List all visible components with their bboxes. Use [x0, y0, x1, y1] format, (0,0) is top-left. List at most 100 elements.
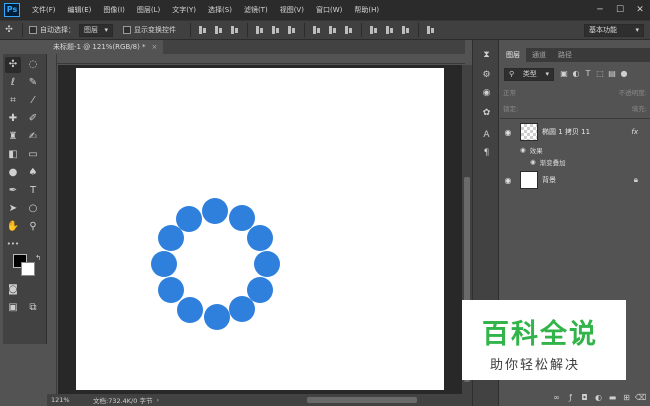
tab-layers[interactable]: 图层: [500, 48, 526, 62]
properties-icon[interactable]: ⚙: [479, 68, 494, 83]
swap-colors-icon[interactable]: ↰: [30, 250, 46, 266]
brush-tool-icon[interactable]: ✐: [25, 111, 41, 127]
tab-paths[interactable]: 路径: [552, 48, 578, 62]
brush-preset-icon[interactable]: ✿: [479, 106, 494, 121]
fx-icon[interactable]: fx: [631, 128, 638, 136]
distribute-hcenter-icon[interactable]: [384, 24, 396, 36]
auto-select-dropdown[interactable]: 图层 ▾: [79, 23, 113, 37]
align-hcenter-icon[interactable]: [270, 24, 282, 36]
layer-name[interactable]: 椭圆 1 拷贝 11: [542, 127, 590, 137]
menu-filter[interactable]: 滤镜(T): [238, 5, 274, 15]
marquee-tool-icon[interactable]: ◌: [25, 57, 41, 73]
auto-select-checkbox[interactable]: [29, 26, 37, 34]
filter-type-icon[interactable]: T: [583, 69, 593, 79]
document-canvas[interactable]: [76, 68, 444, 390]
align-top-icon[interactable]: [197, 24, 209, 36]
stamp-tool-icon[interactable]: ♜: [5, 129, 21, 145]
add-style-icon[interactable]: ƒ: [565, 392, 576, 403]
show-transform-checkbox[interactable]: [123, 26, 131, 34]
filter-pixel-icon[interactable]: ▣: [559, 69, 569, 79]
move-tool-icon[interactable]: ✣: [2, 23, 16, 37]
ellipse-tool-icon[interactable]: ○: [25, 201, 41, 217]
history-brush-tool-icon[interactable]: ✍: [25, 129, 41, 145]
menu-window[interactable]: 窗口(W): [310, 5, 348, 15]
zoom-tool-icon[interactable]: ⚲: [25, 219, 41, 235]
crop-tool-icon[interactable]: ⌗: [5, 93, 21, 109]
screen-mode-alt-icon[interactable]: ⧉: [25, 300, 41, 316]
type-tool-icon[interactable]: T: [25, 183, 41, 199]
blend-mode-dropdown[interactable]: 正常: [503, 87, 516, 97]
tab-channels[interactable]: 通道: [526, 48, 552, 62]
eye-icon[interactable]: ◉: [500, 128, 516, 137]
new-layer-icon[interactable]: ⊞: [621, 392, 632, 403]
healing-brush-tool-icon[interactable]: ✚: [5, 111, 21, 127]
quick-mask-icon[interactable]: ◙: [5, 282, 21, 298]
maximize-button[interactable]: ☐: [610, 0, 630, 20]
hand-tool-icon[interactable]: ✋: [5, 219, 21, 235]
quick-select-tool-icon[interactable]: ✎: [25, 75, 41, 91]
menu-layer[interactable]: 图层(L): [131, 5, 166, 15]
menu-image[interactable]: 图像(I): [97, 5, 131, 15]
delete-layer-icon[interactable]: ⌫: [635, 392, 646, 403]
character-icon[interactable]: A: [479, 128, 494, 143]
eye-icon[interactable]: ◉: [520, 146, 526, 154]
screen-mode-icon[interactable]: ▣: [5, 300, 21, 316]
new-adjustment-icon[interactable]: ◐: [593, 392, 604, 403]
history-icon[interactable]: ⧗: [479, 48, 494, 63]
filter-smart-icon[interactable]: ▤: [607, 69, 617, 79]
lasso-tool-icon[interactable]: ℓ: [5, 75, 21, 91]
document-info[interactable]: 文档:732.4K/0 字节: [93, 395, 152, 405]
workspace-dropdown[interactable]: 基本功能 ▾: [584, 24, 644, 37]
align-bottom-icon[interactable]: [229, 24, 241, 36]
menu-help[interactable]: 帮助(H): [348, 5, 385, 15]
info-arrow-icon[interactable]: ›: [156, 396, 159, 404]
new-group-icon[interactable]: ▬: [607, 392, 618, 403]
eye-icon[interactable]: ◉: [500, 176, 516, 185]
auto-align-icon[interactable]: [425, 24, 437, 36]
layer-name[interactable]: 背景: [542, 175, 556, 185]
paragraph-icon[interactable]: ¶: [479, 146, 494, 161]
distribute-left-icon[interactable]: [368, 24, 380, 36]
menu-type[interactable]: 文字(Y): [166, 5, 202, 15]
filter-shape-icon[interactable]: ⬚: [595, 69, 605, 79]
gradient-tool-icon[interactable]: ▭: [25, 147, 41, 163]
distribute-vcenter-icon[interactable]: [327, 24, 339, 36]
layer-row[interactable]: ◉ 背景 🔒︎: [500, 169, 650, 191]
eye-icon[interactable]: ◉: [530, 158, 536, 166]
zoom-level[interactable]: 121%: [47, 396, 83, 404]
close-icon[interactable]: ×: [152, 43, 158, 51]
color-icon[interactable]: ◉: [479, 86, 494, 101]
link-layers-icon[interactable]: ∞: [551, 392, 562, 403]
align-left-icon[interactable]: [254, 24, 266, 36]
blur-tool-icon[interactable]: ●: [5, 165, 21, 181]
horizontal-scrollbar-thumb[interactable]: [307, 397, 417, 403]
add-mask-icon[interactable]: ◘: [579, 392, 590, 403]
divider: [361, 23, 362, 37]
dodge-tool-icon[interactable]: ♠: [25, 165, 41, 181]
menu-edit[interactable]: 编辑(E): [62, 5, 98, 15]
layer-row[interactable]: ◉ 椭圆 1 拷贝 11 fx: [500, 121, 650, 143]
align-vcenter-icon[interactable]: [213, 24, 225, 36]
document-tab[interactable]: 未标题-1 @ 121%(RGB/8) * ×: [47, 40, 164, 54]
move-tool-icon[interactable]: ✣: [5, 57, 21, 73]
effects-row[interactable]: ◉ 效果: [520, 144, 543, 155]
path-select-tool-icon[interactable]: ➤: [5, 201, 21, 217]
close-button[interactable]: ✕: [630, 0, 650, 20]
filter-toggle-icon[interactable]: ●: [619, 69, 629, 79]
menu-select[interactable]: 选择(S): [202, 5, 238, 15]
menu-file[interactable]: 文件(F): [26, 5, 62, 15]
eyedropper-tool-icon[interactable]: ⁄: [25, 93, 41, 109]
filter-type-dropdown[interactable]: ⚲ 类型 ▾: [504, 67, 554, 81]
eraser-tool-icon[interactable]: ◧: [5, 147, 21, 163]
more-tools-icon[interactable]: •••: [5, 236, 21, 252]
menu-view[interactable]: 视图(V): [274, 5, 310, 15]
pen-tool-icon[interactable]: ✒: [5, 183, 21, 199]
effect-row[interactable]: ◉ 渐变叠加: [530, 156, 566, 167]
distribute-top-icon[interactable]: [311, 24, 323, 36]
distribute-bottom-icon[interactable]: [343, 24, 355, 36]
minimize-button[interactable]: ─: [590, 0, 610, 20]
align-right-icon[interactable]: [286, 24, 298, 36]
filter-adjustment-icon[interactable]: ◐: [571, 69, 581, 79]
tools-panel-body: ✣ ◌ ℓ ✎ ⌗ ⁄ ✚ ✐ ♜ ✍ ◧ ▭ ● ♠ ✒ T ➤ ○ ✋ ⚲ …: [3, 54, 47, 344]
distribute-right-icon[interactable]: [400, 24, 412, 36]
